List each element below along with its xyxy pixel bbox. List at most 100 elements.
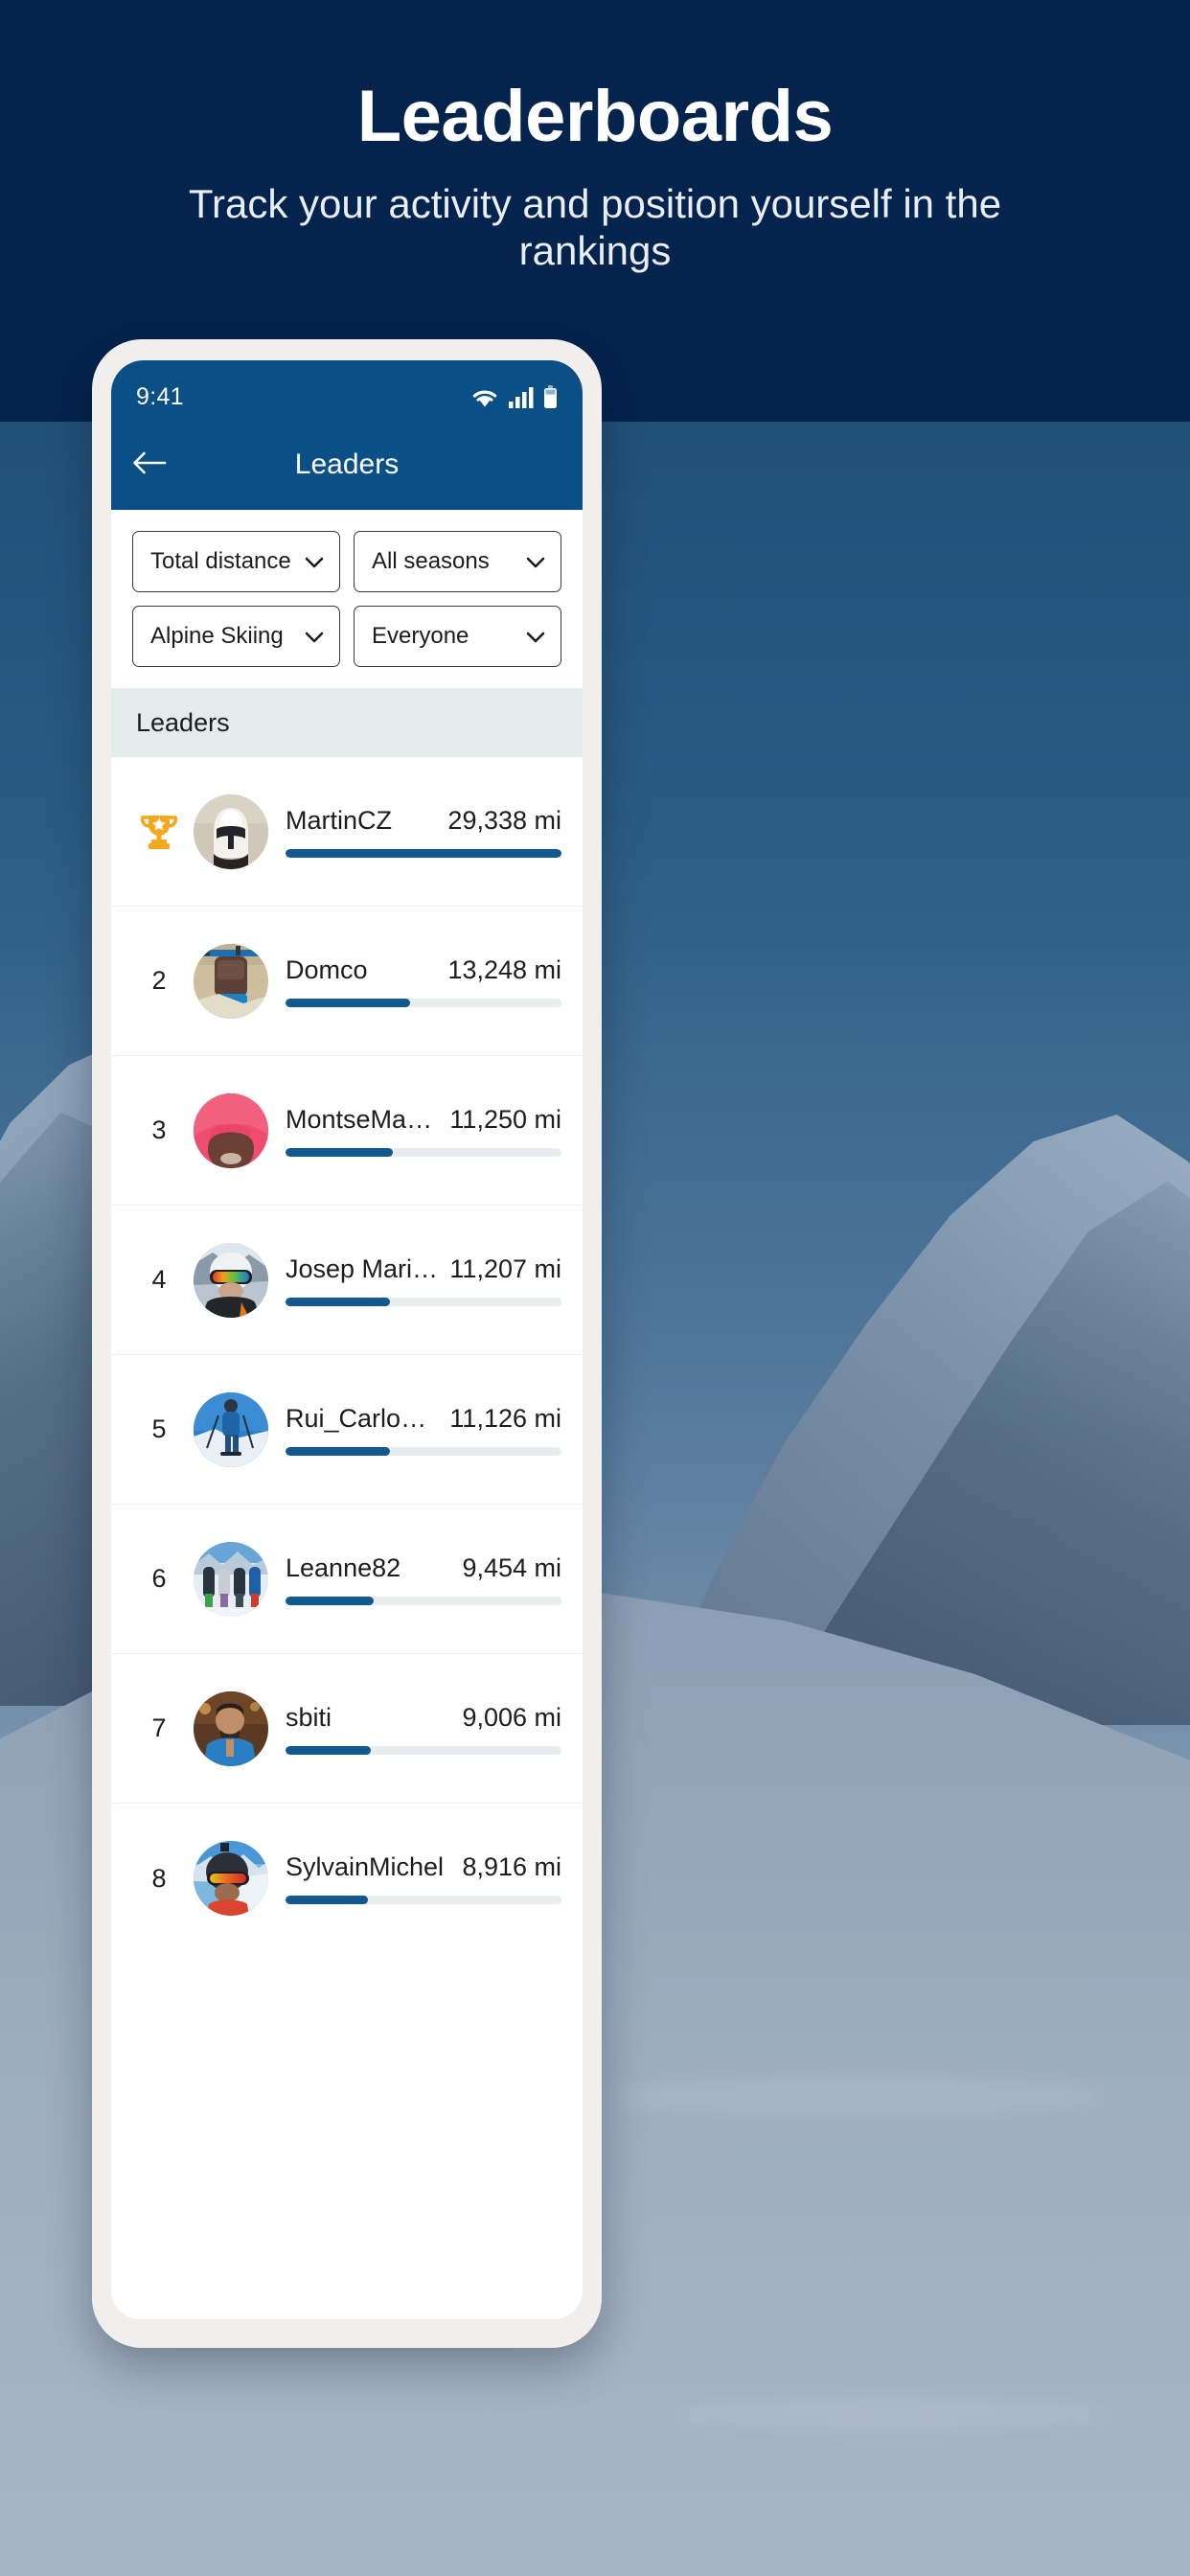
athlete-name: MartinCZ (286, 805, 393, 835)
row-content: MontseMasde 11,250 mi (286, 1105, 561, 1157)
chevron-down-icon (305, 556, 324, 568)
row-content: Josep Maria Casals 11,207 mi (286, 1254, 561, 1306)
row-top-line: Rui_Carlos_9 11,126 mi (286, 1404, 561, 1434)
status-bar-icons (470, 384, 558, 409)
wifi-icon (470, 386, 499, 408)
leaderboard-list: MartinCZ 29,338 mi 2 Domco 13,248 mi 3 M… (111, 757, 583, 1953)
leaderboard-row[interactable]: 7 sbiti 9,006 mi (111, 1654, 583, 1804)
row-top-line: Josep Maria Casals 11,207 mi (286, 1254, 561, 1284)
row-content: Leanne82 9,454 mi (286, 1553, 561, 1605)
rank-number: 3 (151, 1116, 167, 1144)
athlete-name: Josep Maria Casals (286, 1254, 438, 1283)
progress-fill (286, 1297, 391, 1306)
screenshot-root: Leaderboards Track your activity and pos… (0, 0, 1190, 2576)
app-nav-bar: Leaders (111, 420, 583, 510)
athlete-distance: 9,454 mi (462, 1552, 561, 1582)
filter-sport-select[interactable]: Alpine Skiing (132, 606, 340, 667)
athlete-name: Rui_Carlos_9 (286, 1403, 439, 1433)
phone-screen: 9:41 Leaders Total distance All seasons … (111, 360, 583, 2319)
chevron-down-icon (526, 556, 545, 568)
progress-fill (286, 1745, 372, 1755)
filter-metric-value: Total distance (150, 548, 291, 574)
filter-metric-select[interactable]: Total distance (132, 531, 340, 592)
filter-audience-value: Everyone (372, 623, 469, 649)
leaderboard-row[interactable]: MartinCZ 29,338 mi (111, 757, 583, 907)
avatar (194, 1242, 268, 1318)
row-top-line: MartinCZ 29,338 mi (286, 806, 561, 836)
leaderboard-row[interactable]: 2 Domco 13,248 mi (111, 907, 583, 1056)
row-content: sbiti 9,006 mi (286, 1703, 561, 1755)
leaderboard-row[interactable]: 4 Josep Maria Casals 11,207 mi (111, 1206, 583, 1355)
leaders-section-header: Leaders (111, 688, 583, 757)
back-button[interactable] (111, 449, 188, 481)
row-top-line: SylvainMichel 8,916 mi (286, 1852, 561, 1882)
athlete-name: Leanne82 (286, 1552, 401, 1582)
row-content: MartinCZ 29,338 mi (286, 806, 561, 858)
row-top-line: sbiti 9,006 mi (286, 1703, 561, 1733)
arrow-left-icon (131, 449, 168, 481)
rank-number: 8 (151, 1863, 167, 1893)
progress-track (286, 1446, 561, 1456)
athlete-name: MontseMasde (286, 1104, 439, 1134)
avatar (194, 1092, 268, 1168)
avatar (194, 1841, 268, 1916)
filter-bar: Total distance All seasons Alpine Skiing (111, 510, 583, 688)
hero-section: Leaderboards Track your activity and pos… (0, 0, 1190, 275)
rank-number: 2 (151, 966, 167, 995)
athlete-distance: 8,916 mi (462, 1852, 561, 1881)
progress-track (286, 1297, 561, 1306)
progress-fill (286, 1147, 394, 1157)
row-content: Rui_Carlos_9 11,126 mi (286, 1404, 561, 1456)
row-content: Domco 13,248 mi (286, 955, 561, 1007)
battery-icon (543, 384, 558, 409)
row-top-line: Domco 13,248 mi (286, 955, 561, 985)
progress-fill (286, 848, 561, 858)
avatar (194, 943, 268, 1019)
progress-track (286, 1596, 561, 1605)
athlete-distance: 29,338 mi (447, 805, 561, 835)
rank-number: 6 (151, 1564, 167, 1593)
avatar (194, 794, 268, 869)
row-top-line: Leanne82 9,454 mi (286, 1553, 561, 1583)
row-top-line: MontseMasde 11,250 mi (286, 1105, 561, 1135)
athlete-distance: 9,006 mi (462, 1702, 561, 1732)
rank-number: 5 (151, 1414, 167, 1443)
chevron-down-icon (305, 631, 324, 643)
progress-track (286, 848, 561, 858)
athlete-distance: 11,207 mi (449, 1254, 561, 1283)
progress-fill (286, 1596, 375, 1605)
phone-mockup: 9:41 Leaders Total distance All seasons … (92, 339, 602, 2348)
progress-track (286, 1896, 561, 1904)
filter-audience-select[interactable]: Everyone (354, 606, 561, 667)
cellular-signal-icon (509, 386, 534, 408)
avatar (194, 1392, 268, 1467)
rank-number: 4 (151, 1265, 167, 1294)
filter-sport-value: Alpine Skiing (150, 623, 284, 649)
athlete-name: sbiti (286, 1702, 332, 1732)
trophy-icon (140, 815, 178, 849)
rank-number: 7 (151, 1714, 167, 1742)
row-content: SylvainMichel 8,916 mi (286, 1852, 561, 1904)
filter-season-select[interactable]: All seasons (354, 531, 561, 592)
progress-fill (286, 1896, 369, 1904)
leaderboard-row[interactable]: 6 Leanne82 9,454 mi (111, 1505, 583, 1654)
page-subtitle: Track your activity and position yoursel… (188, 180, 1002, 274)
page-title: Leaderboards (356, 76, 834, 157)
leaderboard-row[interactable]: 5 Rui_Carlos_9 11,126 mi (111, 1355, 583, 1505)
status-bar: 9:41 (111, 360, 583, 420)
avatar (194, 1690, 268, 1766)
leaderboard-row[interactable]: 3 MontseMasde 11,250 mi (111, 1056, 583, 1206)
progress-fill (286, 998, 410, 1007)
progress-track (286, 1745, 561, 1755)
leaderboard-row[interactable]: 8 SylvainMichel 8,916 mi (111, 1804, 583, 1953)
athlete-distance: 13,248 mi (447, 954, 561, 984)
status-bar-time: 9:41 (136, 382, 184, 410)
athlete-distance: 11,126 mi (449, 1403, 561, 1433)
progress-track (286, 1147, 561, 1157)
trophy-icon (125, 811, 194, 853)
avatar (194, 1541, 268, 1617)
progress-fill (286, 1446, 391, 1456)
athlete-name: SylvainMichel (286, 1852, 445, 1881)
filter-season-value: All seasons (372, 548, 490, 574)
chevron-down-icon (526, 631, 545, 643)
